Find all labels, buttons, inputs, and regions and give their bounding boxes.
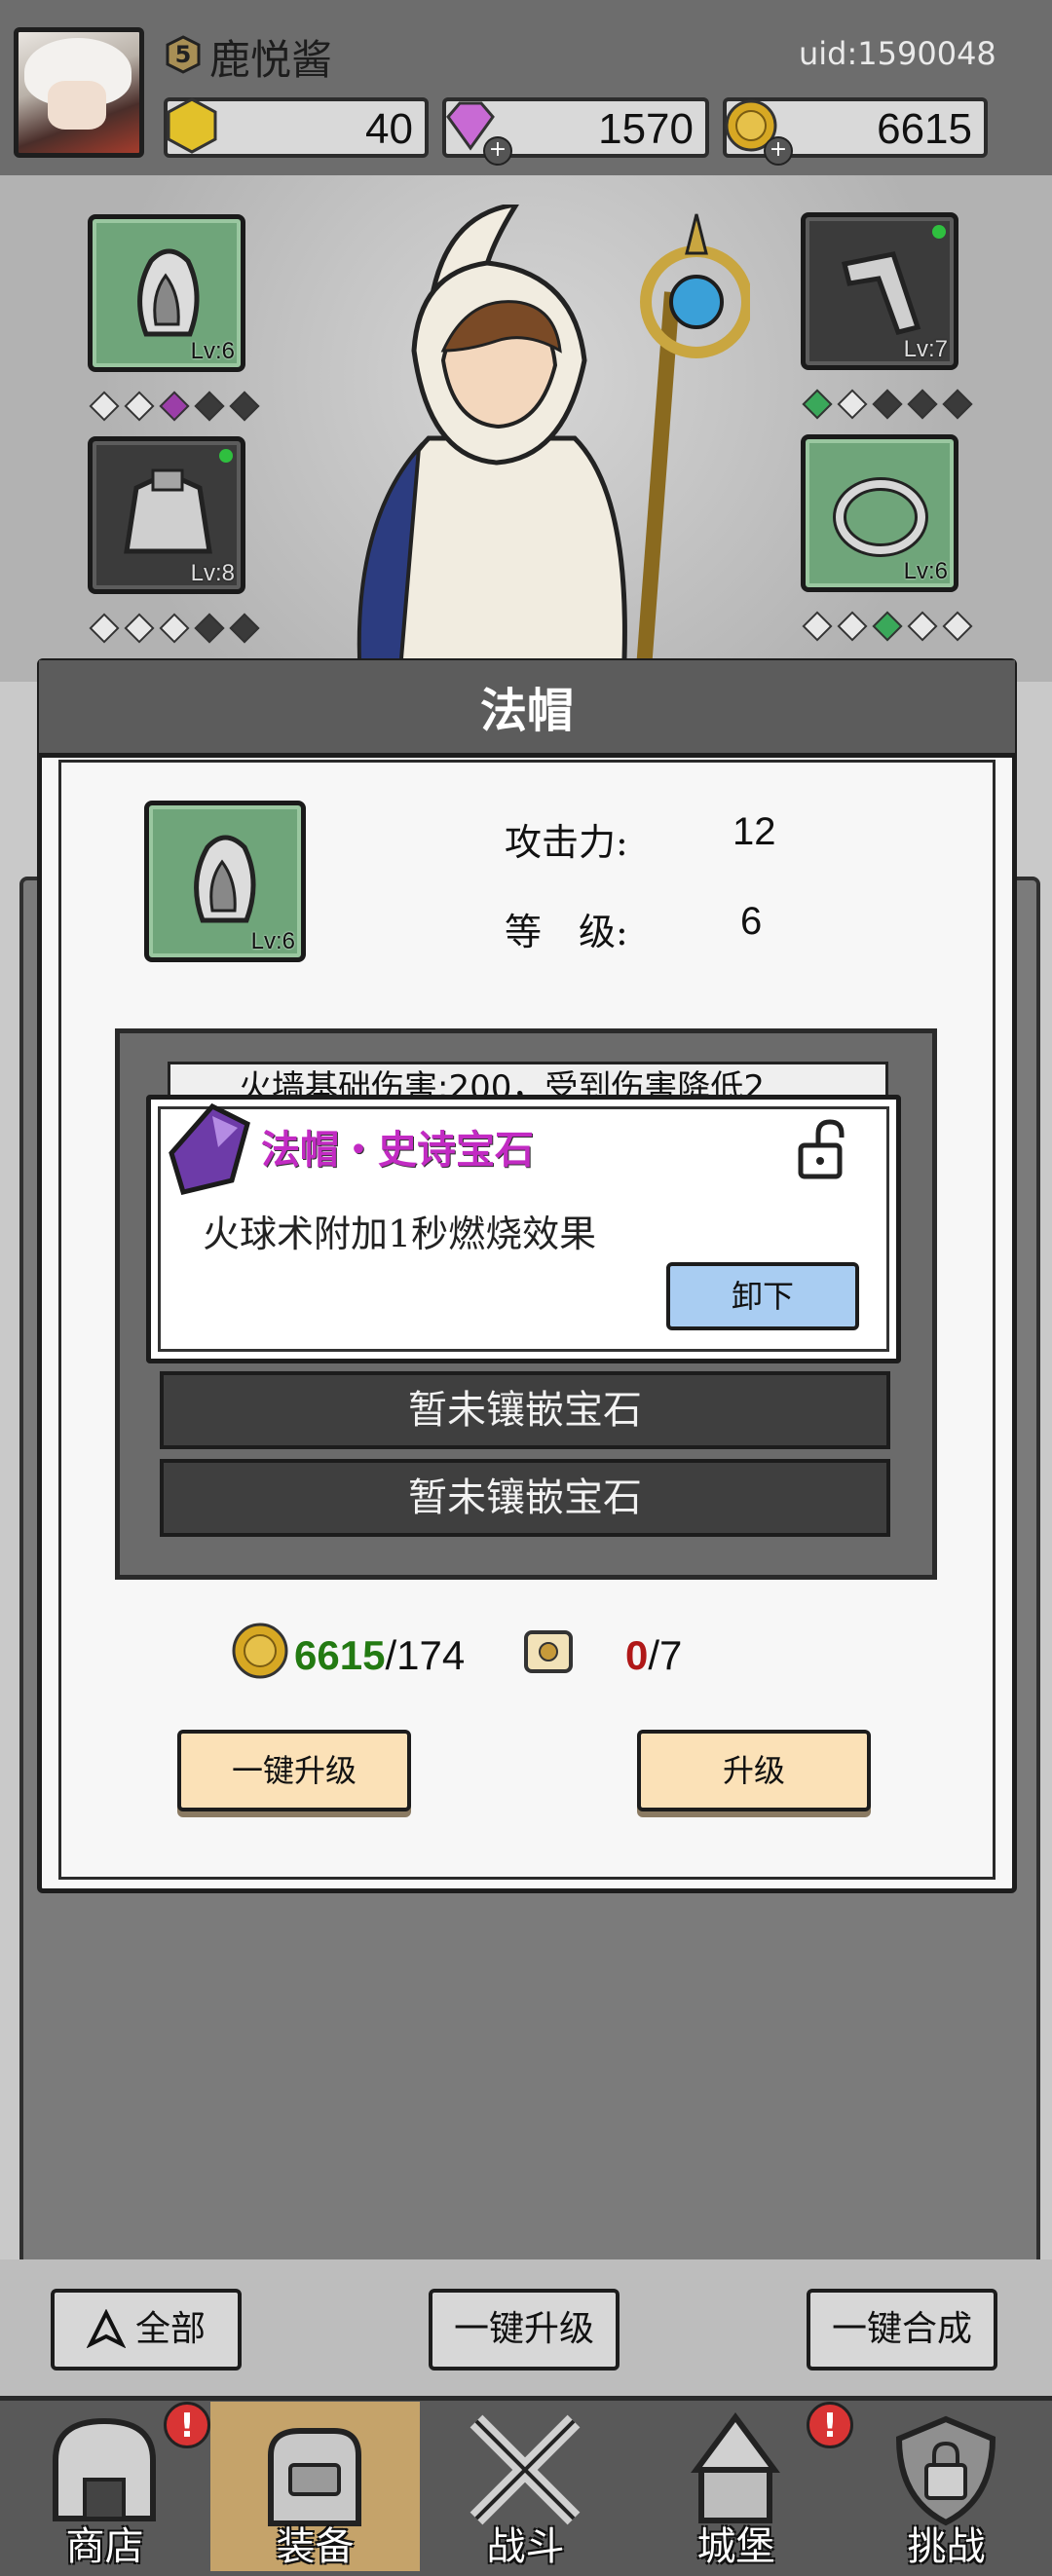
gold-owned: 6615 — [294, 1632, 386, 1678]
auto-merge-button[interactable]: 一键合成 — [807, 2289, 997, 2371]
gem-value: 1570 — [598, 105, 694, 153]
hood-icon — [137, 248, 200, 337]
scroll-icon — [514, 1623, 582, 1681]
nav-challenge[interactable]: 挑战 — [842, 2402, 1051, 2571]
bracer-gem-indicators — [802, 389, 973, 420]
gold-value: 6615 — [877, 105, 972, 153]
item-preview: Lv:6 — [144, 801, 306, 962]
attack-value: 12 — [733, 810, 776, 853]
castle-icon — [691, 2411, 780, 2523]
add-gold-button[interactable]: + — [764, 136, 793, 166]
player-uid: uid:1590048 — [799, 35, 996, 72]
stamina-counter: 40 — [164, 97, 429, 158]
equip-slot-ring[interactable]: Lv:6 — [801, 434, 958, 592]
avatar[interactable] — [14, 27, 144, 158]
slot-level: Lv:8 — [190, 560, 235, 586]
filter-all-button[interactable]: 全部 — [51, 2289, 242, 2371]
gold-coin-icon — [230, 1621, 290, 1681]
shop-alert-badge: ! — [164, 2402, 210, 2448]
nav-label: 战斗 — [486, 2524, 565, 2569]
upgrade-button[interactable]: 升级 — [637, 1730, 871, 1811]
nav-label: 城堡 — [696, 2524, 775, 2569]
stamina-icon — [162, 95, 222, 156]
gem-description: 火球术附加1秒燃烧效果 — [203, 1213, 597, 1255]
new-indicator — [219, 449, 233, 463]
grade-value: 6 — [740, 900, 763, 943]
scroll-owned: 0 — [625, 1632, 649, 1678]
equip-slot-hood[interactable]: Lv:6 — [88, 214, 245, 372]
nav-label: 装备 — [276, 2524, 355, 2569]
player-level: 5 — [174, 41, 192, 68]
empty-gem-slot[interactable]: 暂未镶嵌宝石 — [160, 1371, 890, 1449]
gold-required: /174 — [385, 1632, 466, 1678]
hero-character — [321, 201, 753, 685]
item-level: Lv:6 — [250, 928, 295, 954]
filter-all-label: 全部 — [134, 2309, 206, 2349]
stamina-value: 40 — [365, 105, 413, 153]
slot-level: Lv:7 — [903, 336, 948, 362]
locked-shield-icon — [895, 2415, 996, 2526]
hood-icon — [194, 835, 256, 923]
bracer-icon — [841, 251, 921, 335]
unlock-icon[interactable] — [797, 1118, 851, 1180]
nav-battle[interactable]: 战斗 — [421, 2402, 630, 2571]
slot-level: Lv:6 — [903, 558, 948, 584]
gold-counter: + 6615 — [723, 97, 988, 166]
scroll-cost: 0/7 — [625, 1632, 682, 1679]
auto-upgrade-item-button[interactable]: 一键升级 — [177, 1730, 411, 1811]
cape-icon — [124, 468, 212, 554]
crossed-swords-icon — [470, 2414, 581, 2525]
avatar-face — [48, 81, 106, 130]
gem-counter: + 1570 — [442, 97, 709, 166]
nav-equipment[interactable]: 装备 — [210, 2402, 420, 2571]
scroll-required: /7 — [648, 1632, 683, 1678]
equip-slot-bracer[interactable]: Lv:7 — [801, 212, 958, 370]
unequip-gem-button[interactable]: 卸下 — [666, 1262, 859, 1330]
ring-icon — [833, 477, 928, 557]
auto-upgrade-all-button[interactable]: 一键升级 — [429, 2289, 620, 2371]
shop-icon — [53, 2417, 156, 2521]
hood-gem-indicators — [89, 391, 260, 422]
ring-gem-indicators — [802, 611, 973, 642]
nav-label: 商店 — [65, 2524, 144, 2569]
attack-label: 攻击力: — [505, 821, 628, 864]
slot-level: Lv:6 — [190, 338, 235, 364]
nav-shop[interactable]: ! 商店 — [0, 2402, 210, 2571]
new-indicator — [932, 225, 946, 239]
gem-title: 法帽・史诗宝石 — [261, 1127, 534, 1173]
armor-gem-indicators — [89, 613, 260, 644]
dialog-title: 法帽 — [479, 684, 574, 738]
empty-gem-slot[interactable]: 暂未镶嵌宝石 — [160, 1459, 890, 1537]
backpack-icon — [268, 2428, 361, 2526]
filter-icon — [86, 2293, 127, 2367]
add-gems-button[interactable]: + — [483, 136, 512, 166]
equip-slot-armor[interactable]: Lv:8 — [88, 436, 245, 594]
nav-label: 挑战 — [907, 2524, 986, 2569]
player-name: 鹿悦酱 — [209, 36, 333, 84]
epic-gem-icon — [164, 1102, 257, 1196]
grade-label: 等 级: — [505, 911, 628, 953]
nav-castle[interactable]: ! 城堡 — [631, 2402, 853, 2571]
gold-cost: 6615/174 — [294, 1632, 465, 1679]
